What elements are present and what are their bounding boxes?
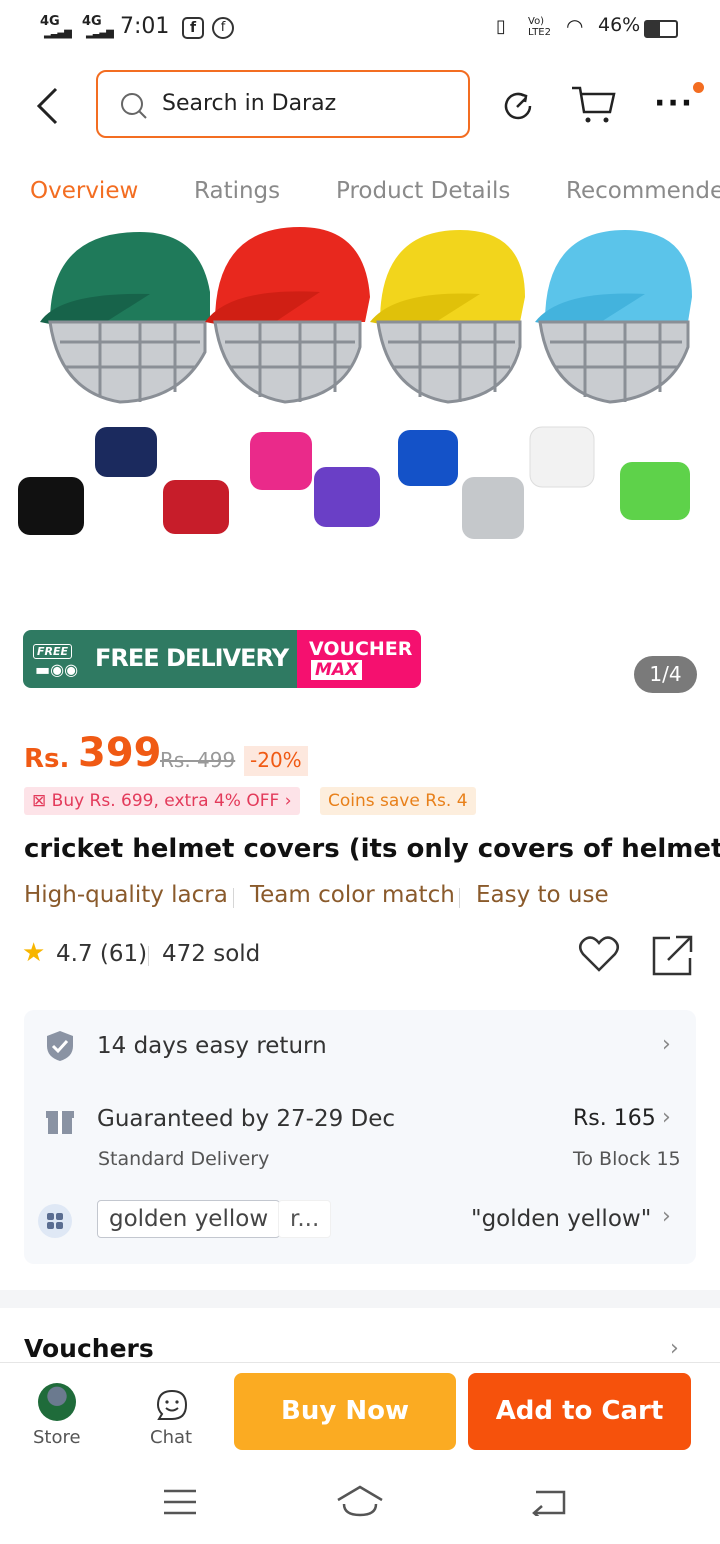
network-2: 4G [82,14,102,29]
facebook-icon: f [182,17,204,39]
search-input[interactable]: Search in Daraz [96,70,470,138]
delivery-location: To Block 15 [573,1148,681,1170]
add-to-cart-button[interactable]: Add to Cart [468,1373,691,1450]
voucher-max-banner: VOUCHER MAX [297,630,421,688]
chevron-right-icon[interactable]: › [670,1336,679,1361]
chevron-right-icon: › [284,791,292,811]
volte-label: Vo) LTE2 [528,16,551,38]
back-icon[interactable] [34,86,60,126]
separator [459,888,460,908]
star-icon: ★ [22,938,46,968]
helmet-red [205,227,370,404]
battery-icon [644,20,678,38]
helmet-sky-blue [535,230,692,404]
chat-label: Chat [150,1427,193,1448]
free-tag: FREE [33,644,73,659]
tab-overview[interactable]: Overview [30,178,138,204]
store-label: Store [33,1427,81,1448]
delivery-truck-icon: ▬◉◉ [35,660,79,679]
system-nav-bar [0,1458,720,1544]
menu-icon[interactable] [162,1488,198,1516]
bundle-offer[interactable]: ⊠ Buy Rs. 699, extra 4% OFF › [24,787,300,815]
max-label: MAX [311,660,363,680]
vibrate-icon: ▯ [496,16,506,37]
delivery-subtitle: Standard Delivery [98,1148,270,1170]
price-amount: 399 [78,730,162,776]
helmet-yellow [370,230,525,404]
cart-icon[interactable] [570,84,618,126]
separator [233,888,234,908]
tab-recommended[interactable]: Recommended [566,178,720,204]
refresh-icon[interactable] [500,88,536,124]
variant-row[interactable]: golden yellow r... "golden yellow" › [24,1200,696,1256]
delivery-row[interactable]: Guaranteed by 27-29 Dec Standard Deliver… [24,1090,696,1180]
section-tabs: Overview Ratings Product Details Recomme… [0,160,720,222]
return-text: 14 days easy return [97,1033,327,1059]
search-icon [121,93,147,119]
free-delivery-banner: FREE ▬◉◉ FREE DELIVERY [23,630,297,688]
helmet-covers-image [18,227,692,539]
highlight-2: Team color match [250,882,455,908]
variant-chip-golden-yellow[interactable]: golden yellow [97,1200,281,1238]
selected-variant: "golden yellow" [471,1206,652,1232]
product-title: cricket helmet covers (its only covers o… [24,834,720,864]
free-delivery-label: FREE DELIVERY [95,644,289,672]
back-nav-icon[interactable] [530,1488,568,1516]
section-divider [0,1290,720,1308]
network-1: 4G [40,14,60,29]
signal-icon: ▂▃▄▆ [44,28,72,39]
chevron-right-icon: › [662,1204,671,1229]
coins-save: Coins save Rs. 4 [320,787,476,815]
separator [148,946,149,966]
chevron-right-icon: › [662,1032,671,1057]
chevron-right-icon: › [662,1105,671,1130]
bundle-offer-text: Buy Rs. 699, extra 4% OFF [51,791,280,811]
vouchers-title: Vouchers [24,1334,154,1363]
highlight-1: High-quality lacra [24,882,228,908]
original-price: Rs. 499 [160,748,236,772]
variant-icon [38,1204,72,1238]
sold-count: 472 sold [162,941,261,967]
price-currency: Rs. [24,744,70,774]
share-icon[interactable] [652,934,694,976]
store-button[interactable]: Store [18,1373,96,1453]
coupon-icon: ⊠ [32,791,47,811]
variant-chip-more[interactable]: r... [278,1200,332,1238]
battery-percent: 46% [598,14,641,36]
services-card: 14 days easy return › Guaranteed by 27-2… [24,1010,696,1264]
signal-icon: ▂▃▄▆ [86,28,114,39]
folded-covers [18,426,690,539]
helmet-green [40,232,210,404]
image-counter: 1/4 [634,656,697,693]
header: Search in Daraz ··· [0,58,720,158]
product-image[interactable] [0,222,720,600]
wifi-icon: ◠ [566,14,584,38]
delivery-price: Rs. 165 [573,1106,656,1131]
search-placeholder: Search in Daraz [162,91,337,116]
delivery-title: Guaranteed by 27-29 Dec [97,1106,396,1132]
more-options-icon[interactable]: ··· [654,86,694,121]
return-policy-row[interactable]: 14 days easy return › [24,1010,696,1084]
tab-ratings[interactable]: Ratings [194,178,280,204]
clock: 7:01 [120,14,170,39]
voucher-label: VOUCHER [309,638,413,660]
wishlist-heart-icon[interactable] [578,934,620,974]
chat-icon [156,1389,188,1420]
facebook-messenger-icon: f [212,17,234,39]
package-icon [46,1111,74,1134]
shield-check-icon [47,1031,73,1061]
home-icon[interactable] [336,1484,384,1518]
status-bar: 4G ▂▃▄▆ 4G ▂▃▄▆ 7:01 f f ▯ Vo) LTE2 ◠ 46… [0,0,720,58]
store-avatar [38,1383,76,1421]
discount-badge: -20% [244,746,308,776]
highlight-3: Easy to use [476,882,609,908]
rating-text[interactable]: 4.7 (61) [56,941,147,967]
bottom-action-bar: Store Chat Buy Now Add to Cart [0,1362,720,1458]
tab-product-details[interactable]: Product Details [336,178,510,204]
buy-now-button[interactable]: Buy Now [234,1373,456,1450]
chat-button[interactable]: Chat [136,1373,212,1453]
notification-dot [693,82,704,93]
promo-badge: FREE ▬◉◉ FREE DELIVERY VOUCHER MAX [23,630,421,688]
